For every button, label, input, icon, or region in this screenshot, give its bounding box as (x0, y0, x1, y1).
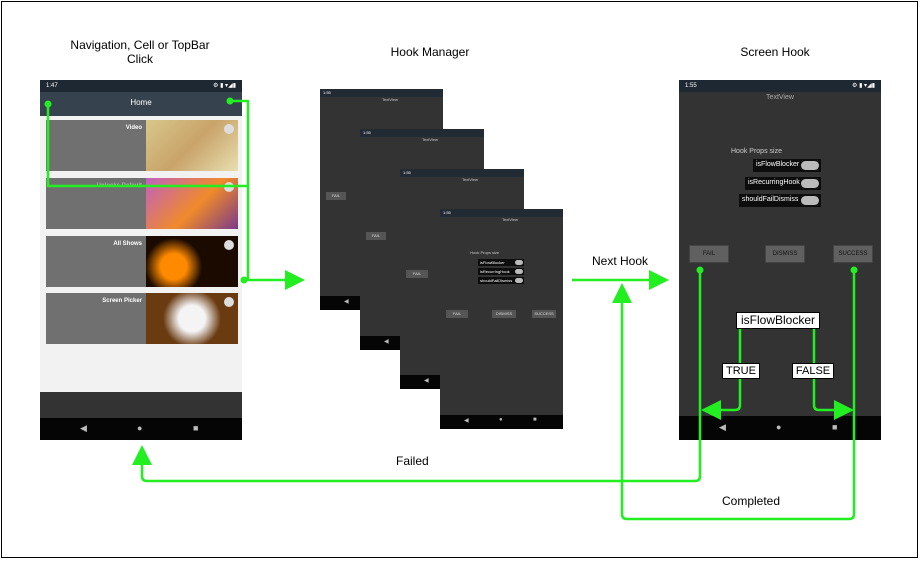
toggle-label: isRecurringHook (748, 179, 800, 186)
heading-middle: Hook Manager (390, 45, 470, 59)
back-icon[interactable]: ◀ (384, 338, 389, 345)
status-time: 1:55 (403, 170, 411, 175)
success-button[interactable]: SUCCESS (833, 245, 873, 263)
status-bar: 1:55 ⚙ ▮ ▾◢▮ (679, 80, 881, 92)
heading-left-line2: Click (127, 52, 153, 66)
textview-label: TextView (502, 217, 518, 222)
status-time: 1:55 (363, 130, 371, 135)
fail-button[interactable]: FAIL (326, 192, 346, 200)
textview-label: TextView (766, 94, 794, 101)
nav-bar: ◀ ● ■ (440, 415, 563, 429)
toggle-row-isflowblocker[interactable]: isFlowBlocker (753, 159, 821, 172)
toggle-row-isflowblocker[interactable]: isFlowBlocker (478, 259, 524, 266)
textview-label: TextView (422, 137, 438, 142)
back-icon[interactable]: ◀ (344, 298, 349, 305)
heading-right: Screen Hook (740, 45, 810, 59)
next-hook-label: Next Hook (592, 254, 649, 268)
nav-bar: ◀ ● ■ (40, 418, 242, 440)
fail-button[interactable]: FAIL (689, 245, 729, 263)
menu-icon[interactable] (224, 240, 234, 250)
dismiss-button[interactable]: DISMISS (765, 245, 805, 263)
bottom-bar (40, 392, 242, 418)
fail-button[interactable]: FAIL (366, 232, 386, 240)
toggle-switch[interactable] (801, 179, 819, 188)
status-bar: 1:47 ⚙ ▮ ▾◢▮ (40, 80, 242, 92)
toggle-label: isFlowBlocker (480, 260, 505, 265)
back-icon[interactable]: ◀ (424, 377, 429, 384)
recent-icon[interactable]: ■ (533, 417, 537, 423)
left-phone: 1:47 ⚙ ▮ ▾◢▮ Home Video Unlocks Default … (40, 80, 242, 440)
list-item-screen-picker[interactable]: Screen Picker (46, 293, 238, 344)
cell-label: All Shows (113, 241, 142, 247)
right-phone: 1:55 ⚙ ▮ ▾◢▮ TextView Hook Props size is… (679, 80, 881, 440)
toggle-switch[interactable] (515, 260, 523, 265)
status-bar: 1:55 (360, 129, 484, 137)
home-icon[interactable]: ● (137, 423, 142, 433)
toggle-row-shouldfaildismiss[interactable]: shouldFailDismiss (478, 277, 524, 284)
nav-bar: ◀ ● ■ (679, 416, 881, 440)
home-icon[interactable]: ● (776, 422, 781, 432)
top-bar-title: Home (130, 98, 152, 107)
menu-icon[interactable] (224, 297, 234, 307)
toggle-row-isrecurringhook[interactable]: isRecurringHook (478, 268, 524, 275)
toggle-label: shouldFailDismiss (480, 278, 513, 283)
fail-button[interactable]: FAIL (406, 270, 428, 278)
back-icon[interactable]: ◀ (719, 422, 726, 433)
heading-left-line1: Navigation, Cell or TopBar (70, 38, 210, 52)
toggle-row-shouldfaildismiss[interactable]: shouldFailDismiss (739, 194, 821, 207)
hook-stack-phone-4: 1:55 TextView Hook Props size isFlowBloc… (440, 209, 563, 429)
toggle-switch[interactable] (801, 161, 819, 170)
toggle-label: isRecurringHook (480, 269, 510, 274)
dismiss-button[interactable]: DISMISS (492, 310, 516, 318)
back-icon[interactable]: ◀ (464, 417, 469, 424)
status-time: 1:55 (323, 90, 331, 95)
status-bar: 1:55 (440, 209, 563, 217)
top-bar[interactable]: Home (40, 92, 242, 116)
toggle-row-isrecurringhook[interactable]: isRecurringHook (745, 177, 821, 190)
fail-button[interactable]: FAIL (446, 310, 468, 318)
hook-props-label: Hook Props size (470, 250, 500, 255)
hook-props-label: Hook Props size (731, 148, 782, 155)
cell-label: Screen Picker (102, 298, 142, 304)
textview-label: TextView (382, 97, 398, 102)
toggle-switch[interactable] (515, 278, 523, 283)
toggle-label: isFlowBlocker (756, 161, 800, 168)
status-icons: ⚙ ▮ ▾◢▮ (852, 83, 875, 89)
toggle-switch[interactable] (515, 269, 523, 274)
completed-label: Completed (722, 494, 781, 508)
isflowblocker-decision: isFlowBlocker (736, 312, 820, 329)
success-button[interactable]: SUCCESS (532, 310, 556, 318)
recent-icon[interactable]: ■ (193, 423, 198, 433)
status-icons: ⚙ ▮ ▾◢▮ (213, 83, 236, 89)
failed-label: Failed (396, 454, 429, 468)
heading-left: Navigation, Cell or TopBar Click (40, 38, 240, 66)
recent-icon[interactable]: ■ (832, 422, 837, 432)
toggle-label: shouldFailDismiss (742, 196, 799, 203)
menu-icon[interactable] (224, 124, 234, 134)
status-bar: 1:55 (320, 89, 443, 97)
false-branch-label: FALSE (792, 363, 834, 379)
list-item-all-shows[interactable]: All Shows (46, 236, 238, 287)
list-item-unlocks-default[interactable]: Unlocks Default (46, 178, 238, 229)
back-icon[interactable]: ◀ (80, 423, 87, 434)
cell-label: Unlocks Default (96, 183, 142, 189)
menu-icon[interactable] (224, 182, 234, 192)
status-time: 1:55 (685, 83, 697, 89)
list-item-video[interactable]: Video (46, 120, 238, 171)
cell-label: Video (125, 125, 142, 131)
status-bar: 1:55 (400, 169, 524, 177)
status-time: 1:47 (46, 83, 58, 89)
status-time: 1:55 (443, 210, 451, 215)
textview-label: TextView (462, 177, 478, 182)
true-branch-label: TRUE (722, 363, 760, 379)
home-icon[interactable]: ● (499, 417, 503, 423)
toggle-switch[interactable] (801, 196, 819, 205)
